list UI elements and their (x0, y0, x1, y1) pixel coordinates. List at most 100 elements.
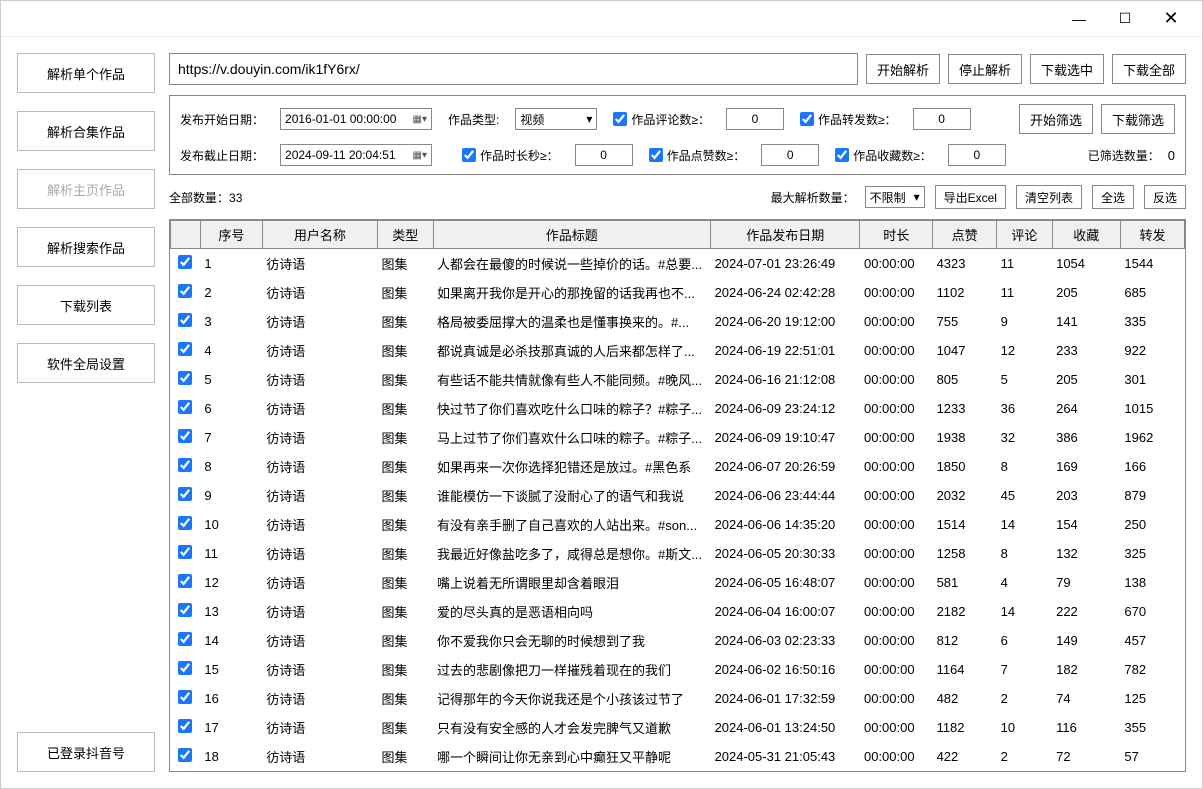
cell-favorites: 169 (1052, 452, 1120, 481)
nav-download-list[interactable]: 下载列表 (17, 285, 155, 325)
start-date-input[interactable]: 2016-01-01 00:00:00▦▾ (280, 108, 432, 130)
row-checkbox[interactable] (178, 342, 192, 356)
cell-type: 图集 (378, 365, 434, 394)
nav-logged-in[interactable]: 已登录抖音号 (17, 732, 155, 772)
url-input[interactable] (169, 53, 858, 85)
cell-index: 7 (200, 423, 262, 452)
dur-filter-check[interactable] (462, 148, 476, 162)
row-checkbox[interactable] (178, 748, 192, 762)
table-row[interactable]: 8彷诗语图集如果再来一次你选择犯错还是放过。#黑色系2024-06-07 20:… (171, 452, 1185, 481)
row-checkbox[interactable] (178, 690, 192, 704)
select-all-button[interactable]: 全选 (1092, 185, 1134, 209)
table-row[interactable]: 11彷诗语图集我最近好像盐吃多了，咸得总是想你。#斯文...2024-06-05… (171, 539, 1185, 568)
table-scroll[interactable]: 序号 用户名称 类型 作品标题 作品发布日期 时长 点赞 评论 收藏 转发 1彷 (170, 220, 1185, 771)
row-checkbox[interactable] (178, 313, 192, 327)
header-date[interactable]: 作品发布日期 (711, 221, 860, 249)
table-row[interactable]: 5彷诗语图集有些话不能共情就像有些人不能同频。#晚风...2024-06-16 … (171, 365, 1185, 394)
row-checkbox[interactable] (178, 719, 192, 733)
stop-parse-button[interactable]: 停止解析 (948, 54, 1022, 84)
download-all-button[interactable]: 下载全部 (1112, 54, 1186, 84)
export-excel-button[interactable]: 导出Excel (935, 185, 1006, 209)
table-row[interactable]: 16彷诗语图集记得那年的今天你说我还是个小孩该过节了2024-06-01 17:… (171, 684, 1185, 713)
table-row[interactable]: 10彷诗语图集有没有亲手删了自己喜欢的人站出来。#son...2024-06-0… (171, 510, 1185, 539)
row-checkbox[interactable] (178, 371, 192, 385)
header-favorites[interactable]: 收藏 (1052, 221, 1120, 249)
minimize-button[interactable]: — (1056, 4, 1102, 34)
fav-filter-check[interactable] (835, 148, 849, 162)
download-selected-button[interactable]: 下载选中 (1030, 54, 1104, 84)
table-row[interactable]: 4彷诗语图集都说真诚是必杀技那真诚的人后来都怎样了...2024-06-19 2… (171, 336, 1185, 365)
header-comments[interactable]: 评论 (997, 221, 1053, 249)
close-button[interactable]: ✕ (1148, 4, 1194, 34)
table-row[interactable]: 15彷诗语图集过去的悲剧像把刀一样摧残着现在的我们2024-06-02 16:5… (171, 655, 1185, 684)
cell-index: 11 (200, 539, 262, 568)
nav-global-settings[interactable]: 软件全局设置 (17, 343, 155, 383)
table-row[interactable]: 12彷诗语图集嘴上说着无所谓眼里却含着眼泪2024-06-05 16:48:07… (171, 568, 1185, 597)
cell-index: 3 (200, 307, 262, 336)
cell-title: 过去的悲剧像把刀一样摧残着现在的我们 (433, 655, 711, 684)
row-checkbox[interactable] (178, 458, 192, 472)
clear-list-button[interactable]: 清空列表 (1016, 185, 1082, 209)
header-type[interactable]: 类型 (378, 221, 434, 249)
max-parse-select[interactable]: 不限制▾ (865, 186, 925, 208)
cell-title: 有些话不能共情就像有些人不能同频。#晚风... (433, 365, 711, 394)
end-date-input[interactable]: 2024-09-11 20:04:51▦▾ (280, 144, 432, 166)
table-row[interactable]: 13彷诗语图集爱的尽头真的是恶语相向吗2024-06-04 16:00:0700… (171, 597, 1185, 626)
row-checkbox[interactable] (178, 603, 192, 617)
row-checkbox[interactable] (178, 516, 192, 530)
start-filter-button[interactable]: 开始筛选 (1019, 104, 1093, 134)
invert-select-button[interactable]: 反选 (1144, 185, 1186, 209)
table-row[interactable]: 18彷诗语图集哪一个瞬间让你无亲到心中癫狂又平静呢2024-05-31 21:0… (171, 742, 1185, 771)
cell-duration: 00:00:00 (860, 423, 933, 452)
cell-user: 彷诗语 (262, 423, 377, 452)
like-filter-check[interactable] (649, 148, 663, 162)
header-likes[interactable]: 点赞 (933, 221, 997, 249)
header-checkbox[interactable] (171, 221, 201, 249)
comment-filter-input[interactable] (726, 108, 784, 130)
cell-duration: 00:00:00 (860, 307, 933, 336)
type-select[interactable]: 视频▾ (515, 108, 597, 130)
table-row[interactable]: 1彷诗语图集人都会在最傻的时候说一些掉价的话。#总要...2024-07-01 … (171, 249, 1185, 279)
like-filter-input[interactable] (761, 144, 819, 166)
download-filter-button[interactable]: 下载筛选 (1101, 104, 1175, 134)
table-row[interactable]: 9彷诗语图集谁能模仿一下谈腻了没耐心了的语气和我说2024-06-06 23:4… (171, 481, 1185, 510)
table-row[interactable]: 3彷诗语图集格局被委屈撑大的温柔也是懂事换来的。#...2024-06-20 1… (171, 307, 1185, 336)
share-filter-check[interactable] (800, 112, 814, 126)
nav-parse-collection[interactable]: 解析合集作品 (17, 111, 155, 151)
header-duration[interactable]: 时长 (860, 221, 933, 249)
header-user[interactable]: 用户名称 (262, 221, 377, 249)
row-checkbox[interactable] (178, 545, 192, 559)
header-title[interactable]: 作品标题 (433, 221, 711, 249)
fav-filter-input[interactable] (948, 144, 1006, 166)
table-row[interactable]: 17彷诗语图集只有没有安全感的人才会发完脾气又道歉2024-06-01 13:2… (171, 713, 1185, 742)
nav-parse-single[interactable]: 解析单个作品 (17, 53, 155, 93)
nav-parse-search[interactable]: 解析搜索作品 (17, 227, 155, 267)
header-index[interactable]: 序号 (200, 221, 262, 249)
share-filter-input[interactable] (913, 108, 971, 130)
row-checkbox[interactable] (178, 632, 192, 646)
row-checkbox[interactable] (178, 574, 192, 588)
row-checkbox[interactable] (178, 661, 192, 675)
maximize-button[interactable]: ☐ (1102, 4, 1148, 34)
table-row[interactable]: 6彷诗语图集快过节了你们喜欢吃什么口味的粽子？#粽子...2024-06-09 … (171, 394, 1185, 423)
cell-type: 图集 (378, 626, 434, 655)
row-checkbox[interactable] (178, 429, 192, 443)
cell-index: 6 (200, 394, 262, 423)
start-parse-button[interactable]: 开始解析 (866, 54, 940, 84)
row-checkbox[interactable] (178, 255, 192, 269)
table-row[interactable]: 14彷诗语图集你不爱我你只会无聊的时候想到了我2024-06-03 02:23:… (171, 626, 1185, 655)
table-header: 序号 用户名称 类型 作品标题 作品发布日期 时长 点赞 评论 收藏 转发 (171, 221, 1185, 249)
row-checkbox[interactable] (178, 400, 192, 414)
nav-parse-home[interactable]: 解析主页作品 (17, 169, 155, 209)
cell-user: 彷诗语 (262, 684, 377, 713)
header-shares[interactable]: 转发 (1120, 221, 1184, 249)
row-checkbox[interactable] (178, 487, 192, 501)
cell-type: 图集 (378, 510, 434, 539)
table-row[interactable]: 2彷诗语图集如果离开我你是开心的那挽留的话我再也不...2024-06-24 0… (171, 278, 1185, 307)
dur-filter-input[interactable] (575, 144, 633, 166)
cell-shares: 685 (1120, 278, 1184, 307)
cell-duration: 00:00:00 (860, 249, 933, 279)
row-checkbox[interactable] (178, 284, 192, 298)
table-row[interactable]: 7彷诗语图集马上过节了你们喜欢什么口味的粽子。#粽子...2024-06-09 … (171, 423, 1185, 452)
comment-filter-check[interactable] (613, 112, 627, 126)
